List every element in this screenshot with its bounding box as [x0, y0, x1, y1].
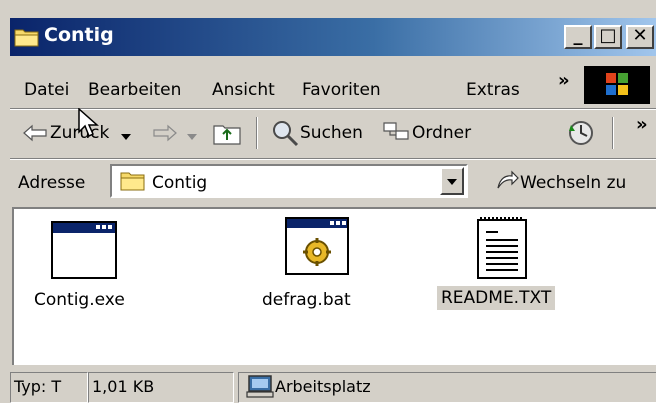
file-name-selected[interactable]: README.TXT	[437, 286, 556, 310]
address-value[interactable]: Contig	[152, 173, 207, 193]
status-size: 1,01 KB	[88, 372, 234, 403]
folders-icon[interactable]	[382, 121, 412, 145]
forward-dropdown-arrow-icon[interactable]	[186, 133, 198, 141]
folder-icon	[14, 29, 39, 47]
menu-item-datei[interactable]: Datei	[24, 80, 69, 100]
windows-flag-icon	[606, 73, 628, 95]
menu-item-extras[interactable]: Extras	[466, 80, 520, 100]
text-document-icon[interactable]	[474, 214, 530, 282]
go-button-label[interactable]: Wechseln zu	[520, 173, 626, 193]
up-folder-icon[interactable]	[212, 120, 242, 146]
close-button[interactable]: ✕	[626, 25, 654, 49]
go-arrow-icon[interactable]	[494, 168, 520, 194]
file-name[interactable]: defrag.bat	[262, 290, 351, 310]
search-icon[interactable]	[270, 119, 300, 147]
file-name[interactable]: Contig.exe	[34, 290, 125, 310]
toolbar-separator	[612, 117, 614, 149]
windows-logo	[584, 66, 650, 104]
window-title: Contig	[44, 24, 114, 46]
address-dropdown-button[interactable]	[440, 167, 464, 195]
menu-overflow-chevron[interactable]: »	[558, 70, 570, 91]
back-dropdown-arrow-icon[interactable]	[120, 133, 132, 141]
toolbar-overflow-chevron[interactable]: »	[636, 114, 648, 135]
menu-item-bearbeiten[interactable]: Bearbeiten	[88, 80, 181, 100]
maximize-button[interactable]: □	[594, 25, 622, 49]
batch-file-icon[interactable]	[284, 216, 350, 278]
status-location-label: Arbeitsplatz	[275, 377, 371, 396]
folders-button-label[interactable]: Ordner	[412, 123, 471, 143]
back-arrow-icon[interactable]	[22, 124, 48, 142]
address-label: Adresse	[18, 173, 86, 193]
status-location: Arbeitsplatz	[238, 372, 656, 403]
application-window-icon[interactable]	[50, 220, 118, 280]
toolbar-separator	[256, 117, 258, 149]
chevron-down-icon	[447, 178, 457, 185]
mouse-cursor-icon	[78, 108, 99, 138]
folder-icon	[120, 172, 145, 191]
status-type: Typ: T	[10, 372, 88, 403]
minimize-button[interactable]: _	[564, 25, 592, 49]
search-button-label[interactable]: Suchen	[300, 123, 363, 143]
menu-item-ansicht[interactable]: Ansicht	[212, 80, 275, 100]
menu-item-favoriten[interactable]: Favoriten	[302, 80, 381, 100]
toolbar-separator-line	[10, 158, 656, 160]
forward-arrow-icon[interactable]	[152, 124, 178, 142]
history-icon[interactable]	[566, 119, 596, 147]
my-computer-icon	[246, 375, 274, 398]
